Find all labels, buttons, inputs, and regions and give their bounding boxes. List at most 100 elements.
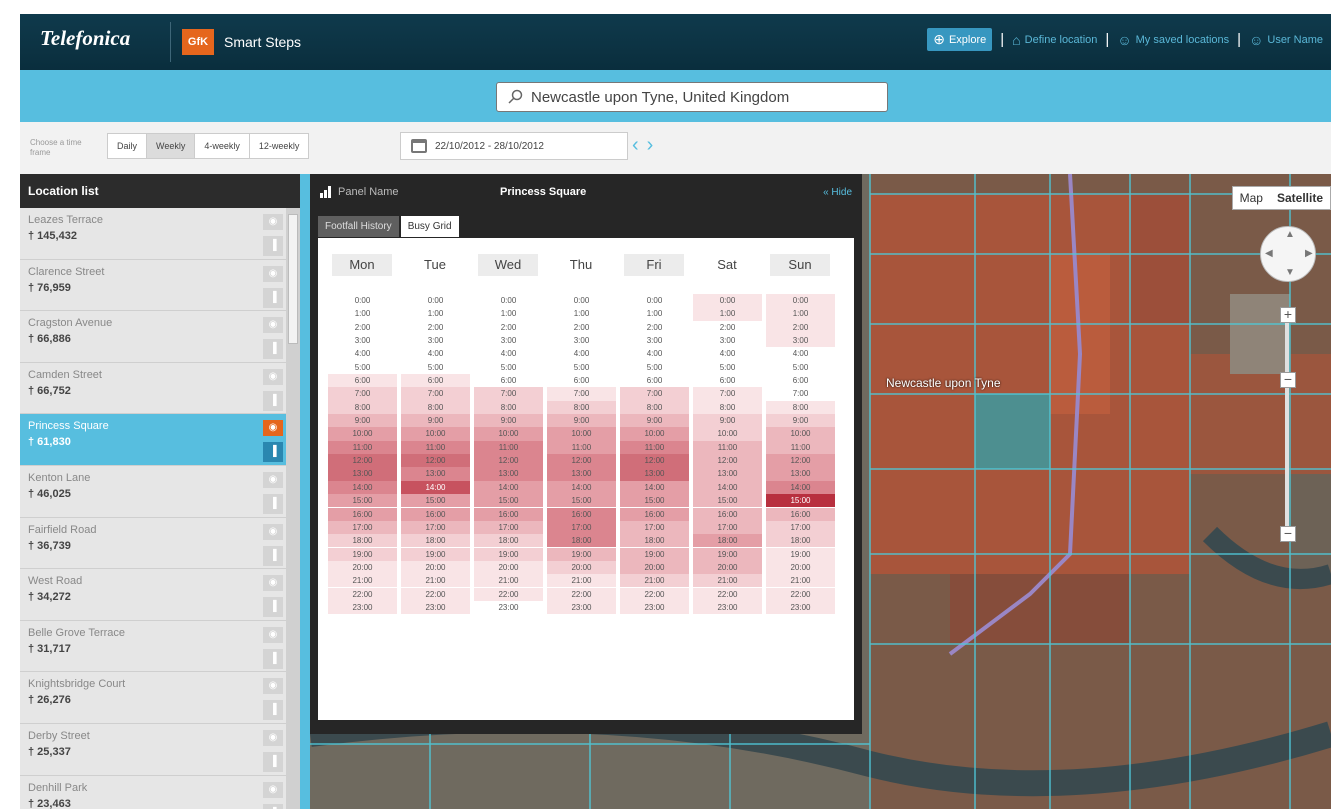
busy-cell: 11:00	[693, 440, 762, 455]
eye-icon[interactable]: ◉	[263, 214, 283, 230]
map-type-satellite[interactable]: Satellite	[1270, 187, 1330, 209]
nav-user[interactable]: ☺ User Name	[1249, 32, 1323, 48]
time-frame-4-weekly[interactable]: 4-weekly	[195, 134, 250, 158]
nav-explore[interactable]: ⊕ Explore	[927, 28, 993, 51]
location-list-item[interactable]: Kenton Lane † 46,025 ◉ ▐	[20, 466, 300, 518]
tab-busy-grid[interactable]: Busy Grid	[400, 216, 459, 237]
eye-icon[interactable]: ◉	[263, 265, 283, 282]
eye-icon[interactable]: ◉	[263, 781, 283, 798]
busy-cell: 0:00	[328, 294, 397, 308]
eye-icon[interactable]: ◉	[263, 523, 283, 540]
eye-icon[interactable]: ◉	[263, 575, 283, 592]
busy-cell: 14:00	[401, 480, 470, 495]
eye-icon[interactable]: ◉	[263, 471, 283, 488]
scrollbar-thumb[interactable]	[288, 214, 298, 344]
busy-cell: 3:00	[693, 334, 762, 348]
busy-cell: 13:00	[620, 467, 689, 481]
busy-cell: 22:00	[401, 587, 470, 601]
bar-chart-icon[interactable]: ▐	[263, 390, 283, 411]
busy-cell: 12:00	[620, 454, 689, 468]
bar-chart-icon[interactable]: ▐	[263, 751, 283, 772]
eye-icon[interactable]: ◉	[263, 317, 283, 334]
zoom-slider[interactable]	[1285, 314, 1289, 536]
location-footfall-count: † 76,959	[28, 281, 71, 294]
busy-cell: 7:00	[693, 387, 762, 401]
busy-cell: 20:00	[620, 560, 689, 575]
location-list-item[interactable]: Princess Square † 61,830 ◉ ▐	[20, 414, 300, 466]
busy-cell: 17:00	[766, 520, 835, 535]
location-list-item[interactable]: Belle Grove Terrace † 31,717 ◉ ▐	[20, 621, 300, 673]
location-search-input[interactable]: Newcastle upon Tyne, United Kingdom	[496, 82, 888, 112]
hide-panel-button[interactable]: « Hide	[823, 187, 852, 198]
pan-down-icon[interactable]: ▼	[1285, 267, 1295, 278]
nav-separator: |	[1000, 31, 1005, 48]
location-list-item[interactable]: Camden Street † 66,752 ◉ ▐	[20, 363, 300, 415]
location-list-item[interactable]: Knightsbridge Court † 26,276 ◉ ▐	[20, 672, 300, 724]
eye-icon[interactable]: ◉	[263, 420, 283, 437]
busy-cell: 16:00	[620, 507, 689, 521]
busy-cell: 17:00	[547, 520, 616, 535]
busy-cell: 6:00	[766, 374, 835, 388]
location-list-item[interactable]: Denhill Park † 23,463 ◉ ▐	[20, 776, 300, 809]
next-week-button[interactable]: ›	[647, 134, 662, 156]
bar-chart-icon[interactable]: ▐	[263, 700, 283, 721]
busy-cell: 7:00	[401, 387, 470, 401]
bar-chart-icon[interactable]: ▐	[263, 597, 283, 618]
location-list-scrollbar[interactable]	[286, 208, 300, 809]
busy-cell: 12:00	[766, 454, 835, 468]
zoom-in-button[interactable]: +	[1280, 307, 1296, 323]
date-range-picker[interactable]: 22/10/2012 - 28/10/2012	[400, 132, 628, 160]
panel-tabs: Footfall History Busy Grid	[318, 216, 459, 237]
busy-cell: 22:00	[547, 587, 616, 601]
location-list-item[interactable]: West Road † 34,272 ◉ ▐	[20, 569, 300, 621]
bar-chart-icon[interactable]: ▐	[263, 493, 283, 514]
top-nav: ⊕ Explore | ⌂ Define location | ☺ My saved …	[927, 28, 1323, 51]
map-type-map[interactable]: Map	[1233, 187, 1270, 209]
busy-cell: 19:00	[766, 547, 835, 561]
bar-chart-icon[interactable]: ▐	[263, 442, 283, 463]
bar-chart-icon[interactable]: ▐	[263, 236, 283, 256]
pan-up-icon[interactable]: ▲	[1285, 229, 1295, 240]
nav-saved-locations[interactable]: ☺ My saved locations	[1117, 32, 1229, 48]
location-footfall-count: † 46,025	[28, 487, 71, 500]
search-icon	[508, 89, 523, 104]
tab-footfall-history[interactable]: Footfall History	[318, 216, 399, 237]
busy-cell: 14:00	[328, 480, 397, 495]
busy-cell: 4:00	[401, 347, 470, 361]
busy-cell: 13:00	[474, 467, 543, 481]
busy-cell: 3:00	[547, 334, 616, 348]
bar-chart-icon[interactable]: ▐	[263, 648, 283, 669]
time-frame-12-weekly[interactable]: 12-weekly	[250, 134, 309, 158]
location-list-item[interactable]: Fairfield Road † 36,739 ◉ ▐	[20, 518, 300, 570]
bar-chart-icon[interactable]: ▐	[263, 803, 283, 809]
map-pan-control[interactable]: ▲ ▼ ◀ ▶	[1260, 226, 1316, 282]
location-name: Derby Street	[28, 729, 90, 742]
bar-chart-icon[interactable]: ▐	[263, 339, 283, 360]
prev-week-button[interactable]: ‹	[632, 134, 647, 156]
time-frame-selector: Daily Weekly 4-weekly 12-weekly	[107, 133, 310, 159]
busy-cell: 4:00	[474, 347, 543, 361]
location-list-item[interactable]: Clarence Street † 76,959 ◉ ▐	[20, 260, 300, 312]
location-list-item[interactable]: Cragston Avenue † 66,886 ◉ ▐	[20, 311, 300, 363]
zoom-out-button[interactable]: −	[1280, 526, 1296, 542]
bar-chart-icon[interactable]: ▐	[263, 287, 283, 308]
zoom-handle[interactable]: −	[1280, 372, 1296, 388]
eye-icon[interactable]: ◉	[263, 626, 283, 643]
location-list-item[interactable]: Derby Street † 25,337 ◉ ▐	[20, 724, 300, 776]
time-frame-daily[interactable]: Daily	[108, 134, 148, 158]
busy-cell: 5:00	[620, 360, 689, 374]
pan-right-icon[interactable]: ▶	[1305, 248, 1313, 259]
eye-icon[interactable]: ◉	[263, 368, 283, 385]
busy-cell: 19:00	[693, 547, 762, 561]
nav-define-location[interactable]: ⌂ Define location	[1012, 32, 1097, 48]
pan-left-icon[interactable]: ◀	[1265, 248, 1273, 259]
busy-cell: 1:00	[766, 307, 835, 321]
busy-cell: 8:00	[620, 400, 689, 414]
time-frame-weekly[interactable]: Weekly	[147, 134, 196, 158]
busy-cell: 6:00	[620, 374, 689, 388]
busy-cell: 9:00	[547, 414, 616, 428]
location-list-item[interactable]: Leazes Terrace † 145,432 ◉ ▐	[20, 208, 300, 260]
eye-icon[interactable]: ◉	[263, 729, 283, 746]
bar-chart-icon[interactable]: ▐	[263, 545, 283, 566]
eye-icon[interactable]: ◉	[263, 678, 283, 695]
